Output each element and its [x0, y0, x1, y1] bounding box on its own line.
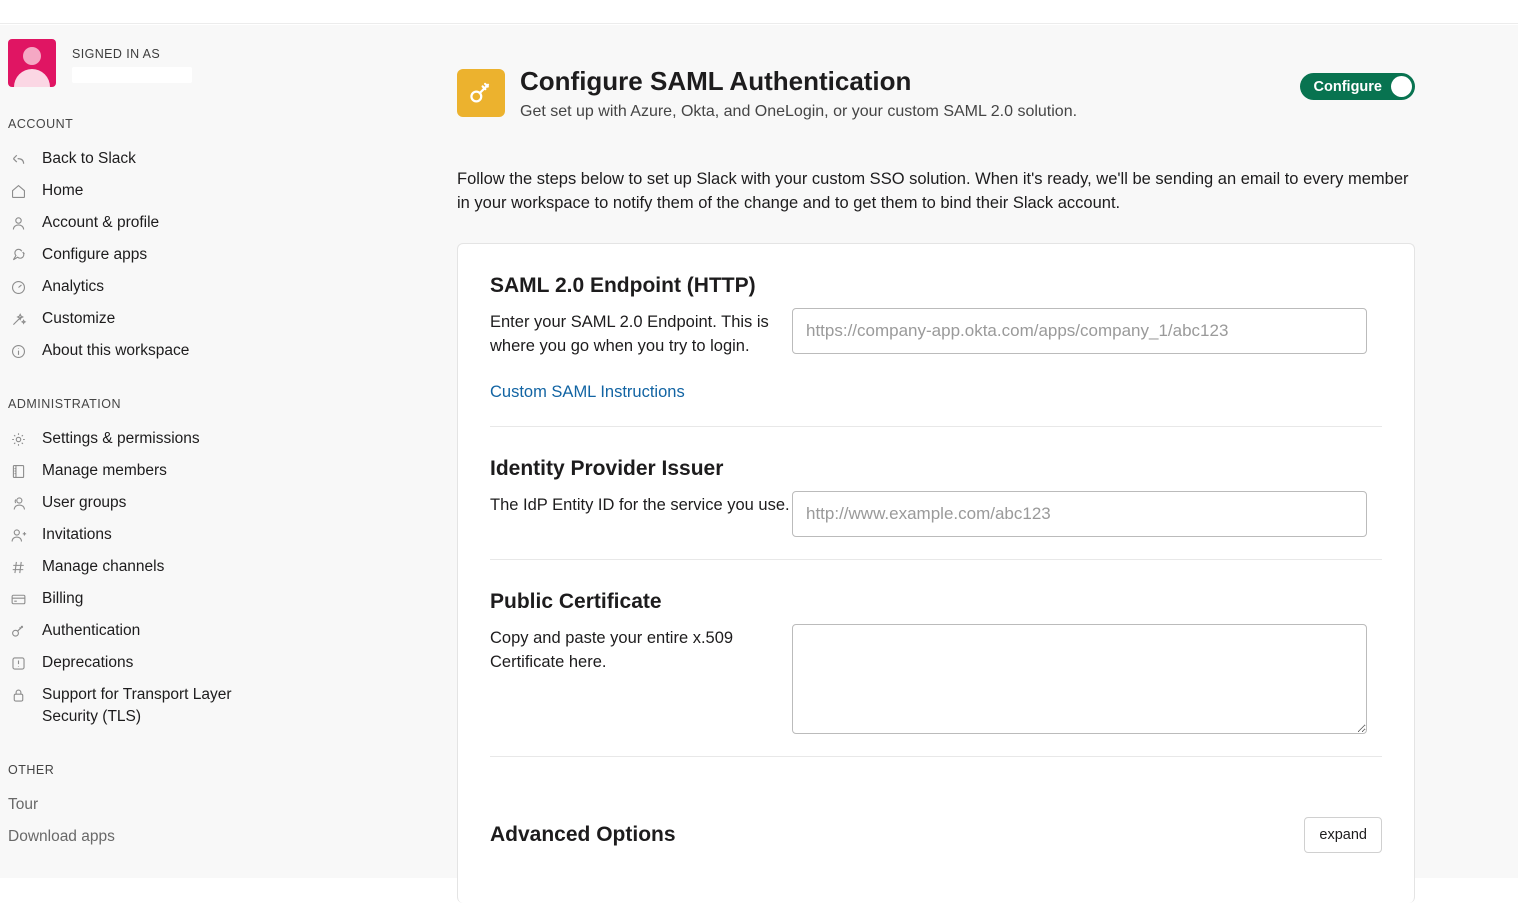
sidebar-item-download-apps[interactable]: Download apps	[0, 821, 432, 853]
home-icon	[8, 180, 28, 202]
sidebar-item-label: Settings & permissions	[42, 430, 200, 447]
sidebar-item-label: Customize	[42, 310, 116, 327]
sidebar-item-billing[interactable]: Billing	[0, 583, 432, 615]
wand-icon	[8, 308, 28, 330]
alert-icon	[8, 652, 28, 674]
field-title: Identity Provider Issuer	[490, 457, 724, 480]
sidebar-item-label: Invitations	[42, 526, 112, 543]
sidebar-item-label: Home	[42, 182, 84, 199]
sidebar-item-configure-apps[interactable]: Configure apps	[0, 239, 432, 271]
sidebar-item-tls-support[interactable]: Support for Transport Layer Security (TL…	[0, 679, 432, 733]
sidebar-item-label: Deprecations	[42, 654, 134, 671]
admin-page: SIGNED IN AS ACCOUNT Back to Slack Home …	[0, 25, 1518, 903]
sidebar-item-account-profile[interactable]: Account & profile	[0, 207, 432, 239]
field-identity-provider-issuer: Identity Provider Issuer The IdP Entity …	[490, 426, 1382, 559]
gauge-icon	[8, 276, 28, 298]
key-icon	[457, 69, 505, 117]
sidebar-item-label: Analytics	[42, 278, 105, 295]
saml-settings-card: SAML 2.0 Endpoint (HTTP) Enter your SAML…	[457, 243, 1415, 903]
signed-in-block: SIGNED IN AS	[0, 25, 432, 87]
sidebar-item-settings-permissions[interactable]: Settings & permissions	[0, 423, 432, 455]
sidebar-item-label: Support for Transport Layer Security (TL…	[42, 686, 232, 725]
hash-icon	[8, 556, 28, 578]
person-add-icon	[8, 524, 28, 546]
field-advanced-options: Advanced Options expand	[490, 756, 1382, 853]
sidebar-item-label: Authentication	[42, 622, 141, 639]
intro-paragraph: Follow the steps below to set up Slack w…	[457, 170, 1409, 212]
sidebar-item-label: Configure apps	[42, 246, 148, 263]
public-certificate-textarea[interactable]	[792, 624, 1367, 734]
sidebar-item-label: Manage members	[42, 462, 167, 479]
sidebar-item-label: Tour	[8, 796, 39, 813]
field-title: Public Certificate	[490, 590, 662, 613]
field-description: Enter your SAML 2.0 Endpoint. This is wh…	[490, 313, 769, 355]
advanced-options-title: Advanced Options	[490, 823, 676, 846]
field-description: Copy and paste your entire x.509 Certifi…	[490, 629, 734, 671]
signed-in-username	[72, 67, 192, 83]
saml-endpoint-input[interactable]	[792, 308, 1367, 354]
key-icon	[8, 620, 28, 642]
identity-provider-issuer-input[interactable]	[792, 491, 1367, 537]
gear-icon	[8, 428, 28, 450]
sidebar-item-label: Billing	[42, 590, 84, 607]
lock-icon	[8, 684, 28, 706]
plug-icon	[8, 244, 28, 266]
book-icon	[8, 460, 28, 482]
sidebar-item-label: Back to Slack	[42, 150, 136, 167]
field-saml-endpoint: SAML 2.0 Endpoint (HTTP) Enter your SAML…	[490, 244, 1382, 426]
sidebar-section-other-title: OTHER	[8, 763, 55, 777]
field-public-certificate: Public Certificate Copy and paste your e…	[490, 559, 1382, 756]
signed-in-label: SIGNED IN AS	[72, 47, 161, 61]
main-content: Configure SAML Authentication Get set up…	[432, 25, 1518, 903]
advanced-options-expand-button[interactable]: expand	[1304, 817, 1382, 853]
credit-card-icon	[8, 588, 28, 610]
browser-top-strip	[0, 0, 1518, 24]
sidebar-item-label: Manage channels	[42, 558, 165, 575]
toggle-knob	[1391, 76, 1412, 97]
configure-toggle[interactable]: Configure	[1299, 73, 1415, 100]
sidebar-item-back-to-slack[interactable]: Back to Slack	[0, 143, 432, 175]
sidebar-item-manage-channels[interactable]: Manage channels	[0, 551, 432, 583]
sidebar-item-label: About this workspace	[42, 342, 190, 359]
configure-toggle-label: Configure	[1313, 78, 1382, 95]
sidebar-item-manage-members[interactable]: Manage members	[0, 455, 432, 487]
page-header: Configure SAML Authentication Get set up…	[432, 25, 1518, 123]
sidebar-item-customize[interactable]: Customize	[0, 303, 432, 335]
info-icon	[8, 340, 28, 362]
sidebar-item-invitations[interactable]: Invitations	[0, 519, 432, 551]
sidebar-section-account-title: ACCOUNT	[8, 117, 74, 131]
sidebar-item-label: User groups	[42, 494, 127, 511]
sidebar: SIGNED IN AS ACCOUNT Back to Slack Home …	[0, 25, 432, 878]
sidebar-item-tour[interactable]: Tour	[0, 789, 432, 821]
field-description: The IdP Entity ID for the service you us…	[490, 496, 790, 514]
sidebar-item-authentication[interactable]: Authentication	[0, 615, 432, 647]
sidebar-item-deprecations[interactable]: Deprecations	[0, 647, 432, 679]
avatar-body-shape	[14, 69, 50, 87]
sidebar-item-label: Download apps	[8, 828, 115, 845]
page-subtitle: Get set up with Azure, Okta, and OneLogi…	[520, 103, 1078, 120]
sidebar-item-user-groups[interactable]: User groups	[0, 487, 432, 519]
custom-saml-instructions-link[interactable]: Custom SAML Instructions	[490, 380, 685, 404]
sidebar-item-home[interactable]: Home	[0, 175, 432, 207]
sidebar-item-about-workspace[interactable]: About this workspace	[0, 335, 432, 367]
person-icon	[8, 212, 28, 234]
people-icon	[8, 492, 28, 514]
avatar-head-shape	[23, 47, 41, 65]
field-title: SAML 2.0 Endpoint (HTTP)	[490, 274, 756, 297]
back-arrow-icon	[8, 148, 28, 170]
page-title: Configure SAML Authentication	[520, 66, 912, 96]
avatar[interactable]	[8, 39, 56, 87]
sidebar-section-administration-title: ADMINISTRATION	[8, 397, 122, 411]
sidebar-item-analytics[interactable]: Analytics	[0, 271, 432, 303]
sidebar-item-label: Account & profile	[42, 214, 160, 231]
